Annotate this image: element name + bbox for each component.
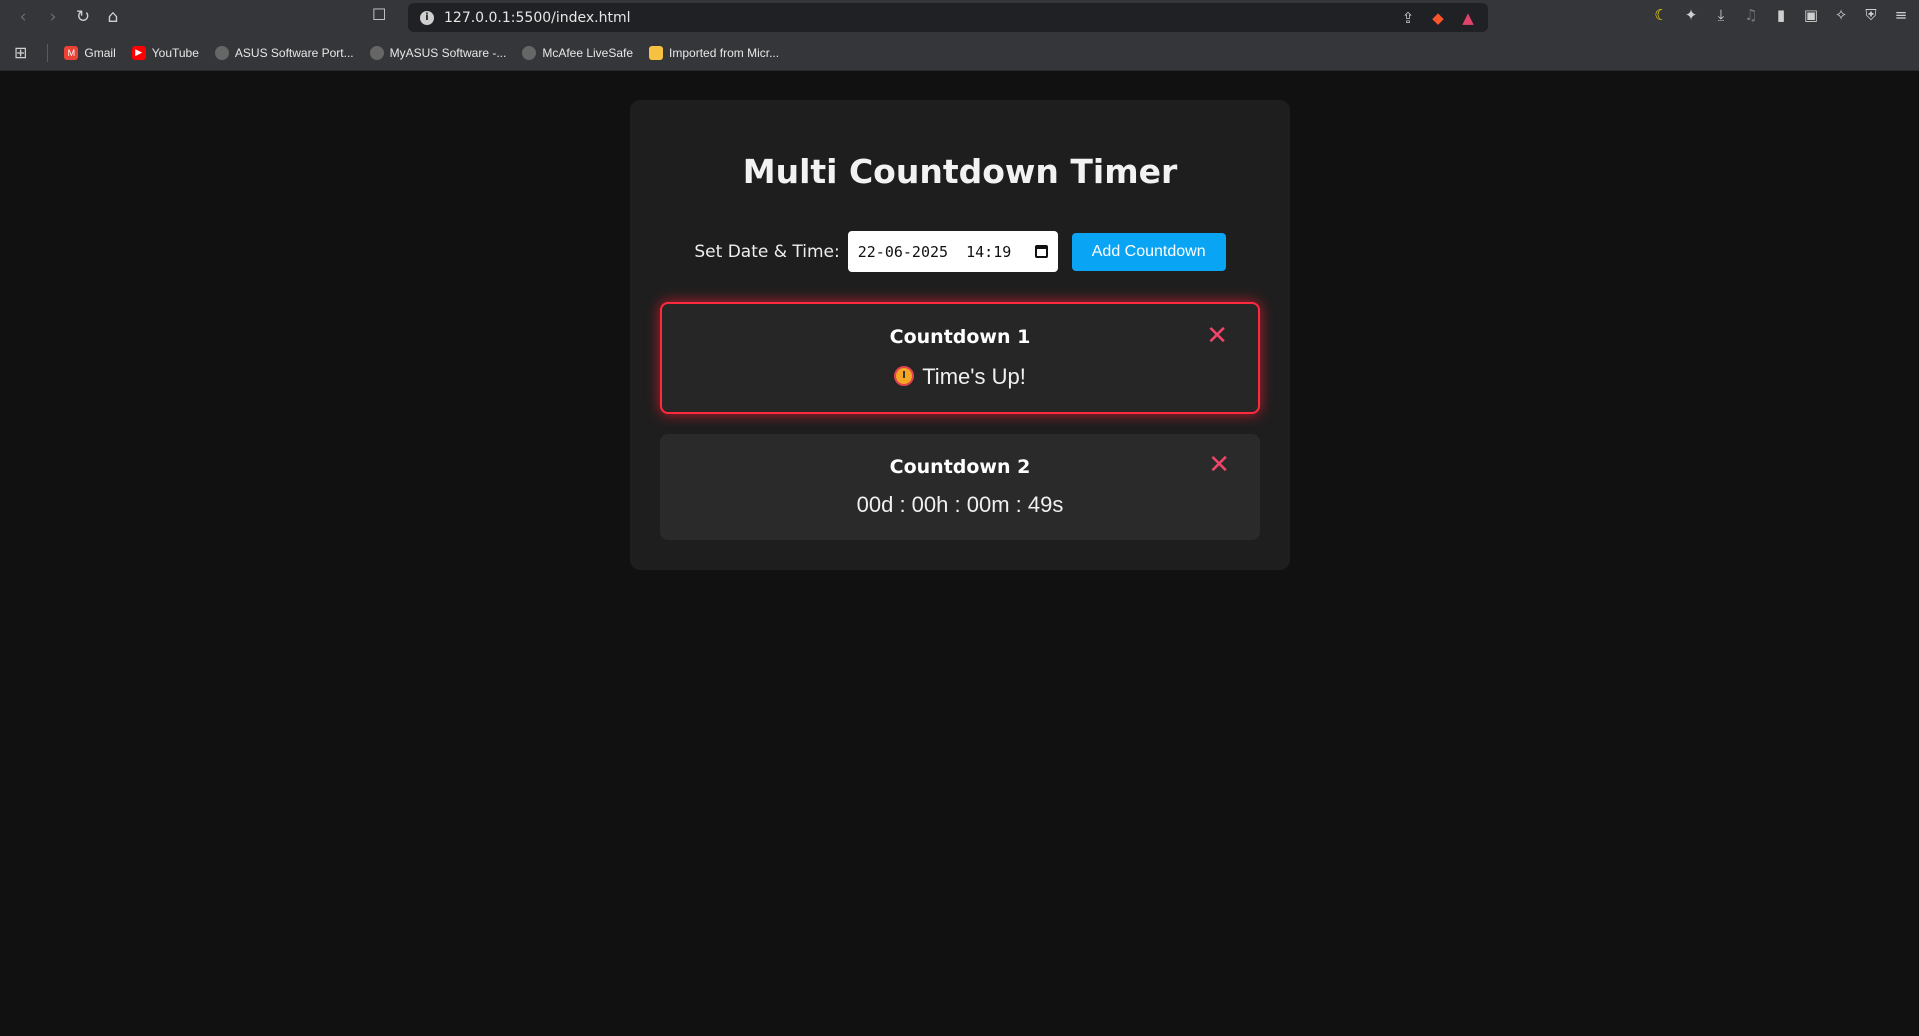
folder-icon [649,45,664,60]
bookmark-label: Imported from Micr... [669,45,780,60]
date-time-label: Set Date & Time: [694,241,840,262]
bookmark-separator [47,43,49,62]
countdown-title: Countdown 2 [889,456,1031,478]
add-countdown-button[interactable]: Add Countdown [1071,232,1226,271]
site-info-icon[interactable]: i [420,10,434,25]
timer-container: Multi Countdown Timer Set Date & Time: 2… [630,100,1290,570]
bookmark-gmail[interactable]: M Gmail [64,45,116,60]
bookmark-icon[interactable]: ☐ [372,5,386,24]
close-icon[interactable]: ✕ [1206,323,1228,349]
forward-icon[interactable]: › [40,4,66,30]
youtube-icon: ▶ [131,45,146,60]
countdown-value: 00d : 00h : 00m : 49s [856,492,1064,517]
url-text: 127.0.0.1:5500/index.html [444,9,631,26]
address-bar[interactable]: i 127.0.0.1:5500/index.html ⇪ ◆ ▲ [408,3,1488,32]
bookmark-label: ASUS Software Port... [234,45,354,60]
datetime-input[interactable]: 22-06-2025 14:19 [847,231,1058,272]
home-icon[interactable]: ⌂ [100,4,126,30]
back-icon[interactable]: ‹ [10,4,36,30]
wallet-icon[interactable]: ▣ [1801,5,1821,25]
bookmark-label: YouTube [151,45,199,60]
countdown-value: Time's Up! [662,364,1258,390]
bookmark-myasus[interactable]: MyASUS Software -... [369,45,507,60]
dark-mode-icon[interactable]: ☾ [1651,5,1671,25]
datetime-value: 22-06-2025 14:19 [857,242,1012,261]
countdown-title: Countdown 1 [889,326,1031,348]
globe-icon [214,45,229,60]
bookmark-label: McAfee LiveSafe [542,45,634,60]
countdown-card-active: Countdown 2 ✕ 00d : 00h : 00m : 49s [660,434,1260,540]
vpn-icon[interactable]: ⛨ [1861,5,1881,25]
bookmark-label: MyASUS Software -... [389,45,507,60]
browser-toolbar: ‹ › ↻ ⌂ ☐ i 127.0.0.1:5500/index.html ⇪ … [0,0,1919,35]
menu-icon[interactable]: ≡ [1891,5,1911,25]
apps-grid-icon[interactable]: ⊞ [14,43,27,62]
times-up-text: Time's Up! [922,364,1026,389]
media-icon[interactable]: ♫ [1741,5,1761,25]
globe-icon [369,45,384,60]
close-icon[interactable]: ✕ [1208,452,1230,478]
extensions-icon[interactable]: ✦ [1681,5,1701,25]
alarm-clock-icon [894,366,915,386]
gmail-icon: M [64,45,79,60]
globe-icon [522,45,537,60]
countdown-controls: Set Date & Time: 22-06-2025 14:19 Add Co… [630,231,1290,272]
leo-icon[interactable]: ✧ [1831,5,1851,25]
bookmark-mcafee[interactable]: McAfee LiveSafe [522,45,634,60]
calendar-icon[interactable] [1034,245,1048,258]
brave-rewards-icon[interactable]: ▲ [1458,8,1478,28]
reload-icon[interactable]: ↻ [70,4,96,30]
bookmark-asus-software[interactable]: ASUS Software Port... [214,45,354,60]
download-icon[interactable]: ⤓ [1711,5,1731,25]
bookmark-imported-folder[interactable]: Imported from Micr... [649,45,780,60]
brave-shield-icon[interactable]: ◆ [1428,8,1448,28]
bookmarks-bar: ⊞ M Gmail ▶ YouTube ASUS Software Port..… [0,35,1919,71]
bookmark-youtube[interactable]: ▶ YouTube [131,45,199,60]
share-icon[interactable]: ⇪ [1398,8,1418,28]
sidebar-icon[interactable]: ▮ [1771,5,1791,25]
bookmark-label: Gmail [84,45,116,60]
page-viewport: Multi Countdown Timer Set Date & Time: 2… [0,71,1919,1036]
page-title: Multi Countdown Timer [742,152,1178,191]
countdown-card-expired: Countdown 1 ✕ Time's Up! [660,302,1260,414]
